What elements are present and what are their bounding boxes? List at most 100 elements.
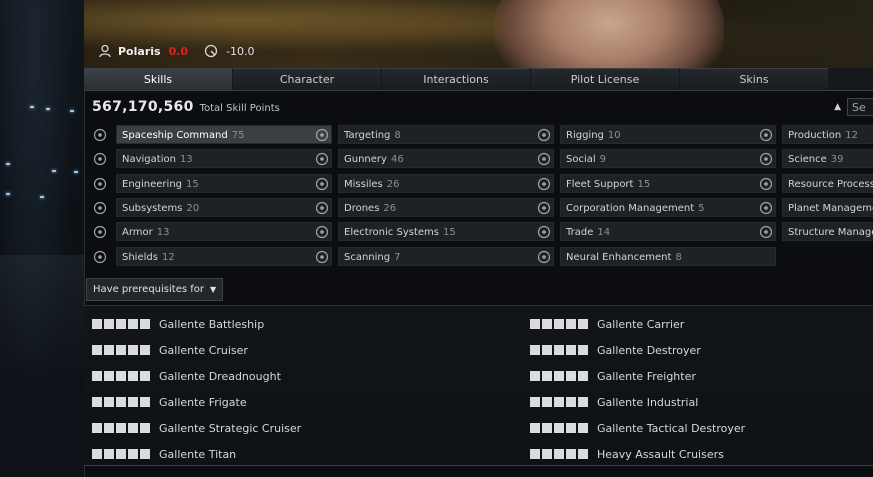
light-dot bbox=[30, 106, 34, 108]
skill-group-engineering[interactable]: Engineering 15 bbox=[90, 174, 332, 193]
skill-level-indicator bbox=[530, 423, 588, 433]
tab-skins[interactable]: Skins bbox=[680, 68, 828, 90]
skill-group-missiles[interactable]: Missiles 26 bbox=[312, 174, 554, 193]
targeting-icon bbox=[312, 126, 332, 144]
skill-level-pip bbox=[530, 449, 540, 459]
total-skill-points-label: Total Skill Points bbox=[199, 103, 280, 114]
skill-group-name: Rigging bbox=[566, 130, 604, 141]
light-dot bbox=[70, 110, 74, 112]
skill-group-label: Electronic Systems 15 bbox=[338, 222, 554, 241]
skill-name: Gallente Cruiser bbox=[159, 343, 248, 357]
skill-level-pip bbox=[116, 397, 126, 407]
skill-level-pip bbox=[566, 319, 576, 329]
skill-group-count: 5 bbox=[698, 203, 705, 214]
skill-name: Gallente Titan bbox=[159, 447, 237, 461]
skill-row[interactable]: Gallente Carrier bbox=[530, 316, 684, 332]
skill-group-count: 13 bbox=[179, 154, 193, 165]
missiles-icon bbox=[312, 175, 332, 193]
skill-row[interactable]: Gallente Freighter bbox=[530, 368, 696, 384]
corporation-management-icon bbox=[534, 199, 554, 217]
tab-pilot-license[interactable]: Pilot License bbox=[531, 68, 679, 90]
skill-row[interactable]: Gallente Cruiser bbox=[92, 342, 248, 358]
skill-group-name: Science bbox=[788, 154, 827, 165]
skill-group-armor[interactable]: Armor 13 bbox=[90, 222, 332, 241]
divider bbox=[84, 465, 873, 466]
social-icon bbox=[534, 150, 554, 168]
light-dot bbox=[6, 193, 10, 195]
search-input[interactable]: Se bbox=[847, 98, 873, 116]
skill-group-shields[interactable]: Shields 12 bbox=[90, 247, 332, 266]
skill-level-pip bbox=[566, 397, 576, 407]
skill-group-science[interactable]: Science 39 bbox=[756, 149, 873, 168]
skill-row[interactable]: Gallente Frigate bbox=[92, 394, 247, 410]
skill-group-structure-management[interactable]: Structure Manage bbox=[756, 222, 873, 241]
skill-group-label: Neural Enhancement 8 bbox=[560, 247, 776, 266]
skill-level-indicator bbox=[92, 397, 150, 407]
skill-row[interactable]: Gallente Battleship bbox=[92, 316, 264, 332]
skill-group-label: Resource Process bbox=[782, 174, 873, 193]
skill-row[interactable]: Gallente Dreadnought bbox=[92, 368, 281, 384]
skill-level-pip bbox=[140, 345, 150, 355]
skill-group-count: 12 bbox=[845, 130, 858, 141]
skill-group-spaceship-command[interactable]: Spaceship Command 75 bbox=[90, 125, 332, 144]
skill-row[interactable]: Gallente Destroyer bbox=[530, 342, 701, 358]
skill-level-indicator bbox=[92, 345, 150, 355]
skill-level-pip bbox=[542, 423, 552, 433]
skill-level-pip bbox=[116, 449, 126, 459]
skill-name: Gallente Frigate bbox=[159, 395, 247, 409]
sort-ascending-icon[interactable]: ▲ bbox=[834, 102, 841, 112]
skill-name: Gallente Tactical Destroyer bbox=[597, 421, 746, 435]
trade-icon bbox=[534, 223, 554, 241]
skill-group-production[interactable]: Production 12 bbox=[756, 125, 873, 144]
skill-row[interactable]: Gallente Titan bbox=[92, 446, 236, 462]
skill-group-planet-management[interactable]: Planet Manageme bbox=[756, 198, 873, 217]
skill-group-count: 39 bbox=[830, 154, 844, 165]
skill-group-name: Drones bbox=[344, 203, 380, 214]
skill-level-pip bbox=[140, 397, 150, 407]
skill-level-pip bbox=[104, 423, 114, 433]
skill-group-fleet-support[interactable]: Fleet Support 15 bbox=[534, 174, 776, 193]
skill-group-navigation[interactable]: Navigation 13 bbox=[90, 149, 332, 168]
skill-group-subsystems[interactable]: Subsystems 20 bbox=[90, 198, 332, 217]
skill-level-pip bbox=[92, 345, 102, 355]
skill-group-electronic-systems[interactable]: Electronic Systems 15 bbox=[312, 222, 554, 241]
electronic-systems-icon bbox=[312, 223, 332, 241]
skill-group-name: Production bbox=[788, 130, 842, 141]
total-skill-points: 567,170,560 bbox=[92, 99, 194, 115]
skill-row[interactable]: Gallente Strategic Cruiser bbox=[92, 420, 301, 436]
character-portrait bbox=[494, 0, 724, 68]
skill-group-rigging[interactable]: Rigging 10 bbox=[534, 125, 776, 144]
tab-interactions[interactable]: Interactions bbox=[382, 68, 530, 90]
skill-row[interactable]: Gallente Industrial bbox=[530, 394, 698, 410]
skill-group-corporation-management[interactable]: Corporation Management 5 bbox=[534, 198, 776, 217]
skill-group-neural-enhancement[interactable]: Neural Enhancement 8 bbox=[534, 247, 776, 266]
skill-level-pip bbox=[92, 371, 102, 381]
structure-management-icon bbox=[756, 223, 776, 241]
rigging-icon bbox=[534, 126, 554, 144]
skill-row[interactable]: Gallente Tactical Destroyer bbox=[530, 420, 745, 436]
prerequisites-filter-dropdown[interactable]: Have prerequisites for ▼ bbox=[86, 278, 224, 301]
skill-group-scanning[interactable]: Scanning 7 bbox=[312, 247, 554, 266]
skill-group-targeting[interactable]: Targeting 8 bbox=[312, 125, 554, 144]
skill-level-pip bbox=[128, 345, 138, 355]
skill-group-resource-processing[interactable]: Resource Process bbox=[756, 174, 873, 193]
tab-character[interactable]: Character bbox=[233, 68, 381, 90]
skill-points-summary: 567,170,560 Total Skill Points bbox=[92, 99, 280, 117]
skill-group-count: 15 bbox=[442, 227, 456, 238]
tab-skills[interactable]: Skills bbox=[84, 68, 232, 90]
skill-row[interactable]: Heavy Assault Cruisers bbox=[530, 446, 724, 462]
skill-group-name: Neural Enhancement bbox=[566, 252, 672, 263]
skill-group-social[interactable]: Social 9 bbox=[534, 149, 776, 168]
pilot-name[interactable]: Polaris bbox=[118, 45, 161, 58]
skill-group-trade[interactable]: Trade 14 bbox=[534, 222, 776, 241]
skill-group-gunnery[interactable]: Gunnery 46 bbox=[312, 149, 554, 168]
scanning-icon bbox=[312, 248, 332, 266]
skill-level-pip bbox=[140, 423, 150, 433]
skill-group-name: Scanning bbox=[344, 252, 391, 263]
skill-level-pip bbox=[140, 371, 150, 381]
skill-level-pip bbox=[530, 423, 540, 433]
skill-level-indicator bbox=[530, 371, 588, 381]
skill-level-pip bbox=[128, 397, 138, 407]
skill-group-drones[interactable]: Drones 26 bbox=[312, 198, 554, 217]
skill-level-indicator bbox=[92, 371, 150, 381]
